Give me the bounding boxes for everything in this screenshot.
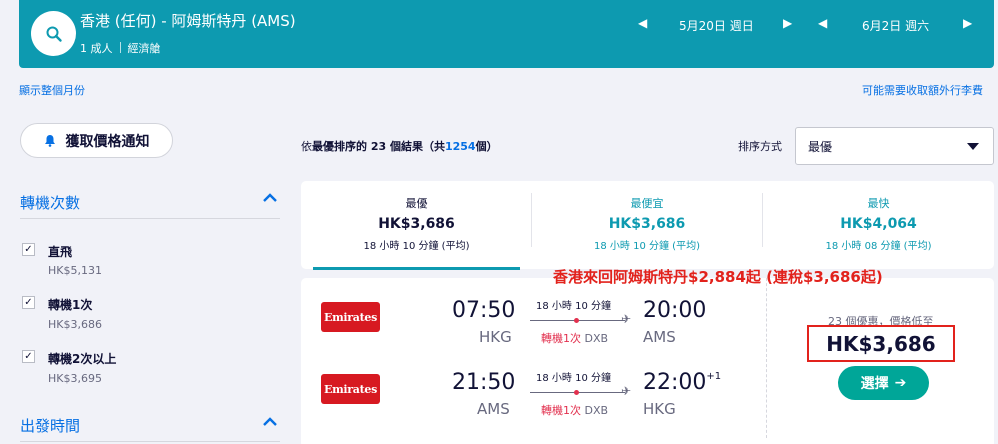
select-button[interactable]: 選擇 ➔ bbox=[838, 366, 929, 400]
leg1-departure-time: 07:50 bbox=[452, 298, 516, 323]
chevron-up-icon[interactable] bbox=[262, 192, 278, 208]
results-open: （共 bbox=[422, 140, 445, 153]
route-title[interactable]: 香港 (任何) - 阿姆斯特丹 (AMS) bbox=[80, 10, 296, 31]
arrow-right-icon: ➔ bbox=[894, 375, 907, 391]
stops-filter-title[interactable]: 轉機次數 bbox=[20, 192, 80, 213]
tab-best-duration: 18 小時 10 分鐘 (平均) bbox=[363, 241, 470, 252]
plane-icon: ✈ bbox=[621, 312, 632, 326]
sort-select[interactable]: 最優 bbox=[795, 127, 994, 165]
stops-direct-label: 直飛 bbox=[48, 245, 73, 259]
stops-direct-price: HK$5,131 bbox=[48, 264, 102, 277]
active-tab-indicator bbox=[313, 267, 520, 270]
leg2-stops: 轉機1次 DXB bbox=[541, 402, 608, 418]
card-divider bbox=[766, 278, 767, 438]
bell-icon bbox=[44, 135, 55, 147]
price-alert-label: 獲取價格通知 bbox=[65, 133, 150, 150]
passenger-count: 1 成人 bbox=[80, 42, 113, 55]
leg2-arrival-airport: HKG bbox=[643, 400, 676, 418]
tab-cheapest-price: HK$3,686 bbox=[608, 216, 686, 232]
stop-dot bbox=[574, 390, 579, 395]
stops-one-label: 轉機1次 bbox=[48, 298, 93, 312]
tab-cheapest-label: 最便宜 bbox=[630, 197, 664, 210]
tab-best[interactable]: 最優 HK$3,686 18 小時 10 分鐘 (平均) bbox=[313, 181, 520, 269]
leg2-departure-time: 21:50 bbox=[452, 370, 516, 395]
leg1-arrival-airport: AMS bbox=[643, 328, 676, 346]
search-button[interactable] bbox=[31, 11, 76, 56]
results-sort-name: 最優 bbox=[312, 140, 334, 153]
leg2-duration: 18 小時 10 分鐘 bbox=[536, 373, 611, 384]
tab-fastest-duration: 18 小時 08 分鐘 (平均) bbox=[825, 241, 932, 252]
leg2-day-offset: +1 bbox=[706, 371, 722, 382]
leg2-arrival-time: 22:00+1 bbox=[643, 370, 721, 395]
stops-two-plus-label: 轉機2次以上 bbox=[48, 352, 117, 366]
tab-fastest-label: 最快 bbox=[867, 197, 890, 210]
select-label: 選擇 bbox=[860, 376, 889, 392]
leg1-stops-count: 轉機1次 bbox=[541, 332, 581, 345]
search-icon bbox=[46, 26, 62, 42]
cabin-class: 經濟艙 bbox=[127, 42, 161, 55]
flight-price: HK$3,686 bbox=[807, 325, 955, 362]
plane-icon: ✈ bbox=[621, 384, 632, 398]
leg1-stops: 轉機1次 DXB bbox=[541, 330, 608, 346]
baggage-fees-link[interactable]: 可能需要收取額外行李費 bbox=[862, 82, 983, 98]
caret-down-icon bbox=[967, 143, 979, 150]
stop-dot bbox=[574, 318, 579, 323]
depart-date[interactable]: 5月20日 週日 bbox=[679, 17, 754, 34]
depart-next-date-icon[interactable]: ▶ bbox=[783, 16, 792, 30]
passenger-cabin-summary[interactable]: 1 成人 經濟艙 bbox=[80, 40, 161, 56]
leg1-departure-airport: HKG bbox=[479, 328, 512, 346]
sort-label: 排序方式 bbox=[738, 140, 782, 153]
tab-cheapest-duration: 18 小時 10 分鐘 (平均) bbox=[594, 241, 700, 252]
stops-direct-checkbox[interactable]: ✓ bbox=[22, 243, 35, 256]
show-whole-month-link[interactable]: 顯示整個月份 bbox=[19, 82, 85, 98]
results-close: 個） bbox=[475, 140, 498, 153]
leg2-arrival-time-text: 22:00 bbox=[643, 370, 707, 395]
leg1-duration: 18 小時 10 分鐘 bbox=[536, 301, 611, 312]
leg1-arrival-time: 20:00 bbox=[643, 298, 706, 323]
leg2-departure-airport: AMS bbox=[477, 400, 510, 418]
results-summary: 依最優排序的 23 個結果（共1254個） bbox=[301, 138, 498, 154]
results-count: 排序的 23 個結果 bbox=[334, 140, 423, 153]
price-alert-button[interactable]: 獲取價格通知 bbox=[20, 123, 173, 158]
stops-two-plus-price: HK$3,695 bbox=[48, 372, 102, 385]
results-prefix: 依 bbox=[301, 140, 312, 153]
departure-time-filter-title[interactable]: 出發時間 bbox=[20, 415, 80, 436]
return-date[interactable]: 6月2日 週六 bbox=[862, 17, 929, 34]
depart-prev-date-icon[interactable]: ◀ bbox=[638, 16, 647, 30]
airline-logo: Emirates bbox=[321, 374, 380, 404]
tab-cheapest[interactable]: 最便宜 HK$3,686 18 小時 10 分鐘 (平均) bbox=[532, 181, 762, 269]
flight-result-card[interactable]: Emirates 07:50 HKG 18 小時 10 分鐘 ✈ 轉機1次 DX… bbox=[301, 278, 994, 444]
promo-annotation: 香港來回阿姆斯特丹$2,884起 (連稅$3,686起) bbox=[553, 268, 883, 286]
stops-one-price: HK$3,686 bbox=[48, 318, 102, 331]
airline-logo: Emirates bbox=[321, 302, 380, 332]
return-prev-date-icon[interactable]: ◀ bbox=[818, 16, 827, 30]
result-tabs: 最優 HK$3,686 18 小時 10 分鐘 (平均) 最便宜 HK$3,68… bbox=[301, 181, 994, 270]
stops-one-checkbox[interactable]: ✓ bbox=[22, 296, 35, 309]
section-divider bbox=[20, 441, 280, 442]
stops-two-plus-checkbox[interactable]: ✓ bbox=[22, 350, 35, 363]
search-summary-bar: 香港 (任何) - 阿姆斯特丹 (AMS) 1 成人 經濟艙 ◀ 5月20日 週日… bbox=[19, 0, 994, 68]
results-total: 1254 bbox=[444, 140, 476, 153]
leg2-via: DXB bbox=[584, 404, 609, 417]
tab-best-label: 最優 bbox=[405, 197, 428, 210]
return-next-date-icon[interactable]: ▶ bbox=[963, 16, 972, 30]
leg1-arrival-time-text: 20:00 bbox=[643, 298, 707, 323]
divider bbox=[119, 42, 121, 53]
chevron-up-icon[interactable] bbox=[262, 416, 278, 432]
leg2-stops-count: 轉機1次 bbox=[541, 404, 581, 417]
section-divider bbox=[20, 218, 280, 219]
leg1-via: DXB bbox=[584, 332, 609, 345]
tab-best-price: HK$3,686 bbox=[378, 216, 455, 232]
tab-fastest-price: HK$4,064 bbox=[840, 216, 917, 232]
sort-selected-value: 最優 bbox=[808, 139, 833, 154]
tab-fastest[interactable]: 最快 HK$4,064 18 小時 08 分鐘 (平均) bbox=[763, 181, 994, 269]
